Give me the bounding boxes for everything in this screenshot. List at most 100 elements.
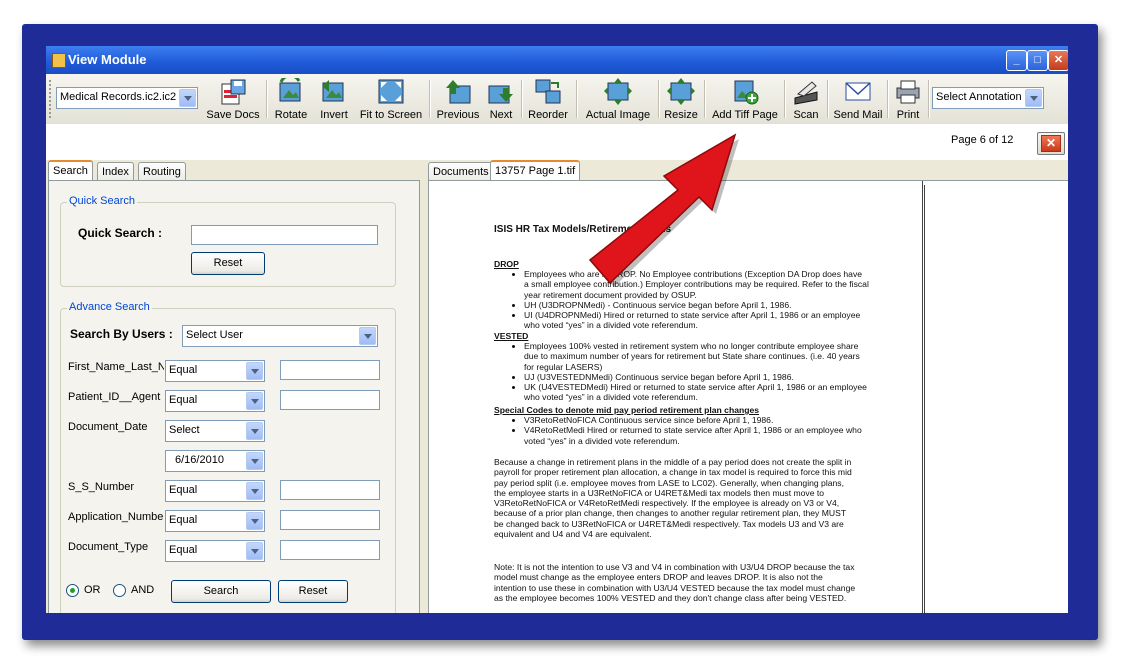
resize-button[interactable]: Resize bbox=[660, 76, 702, 122]
previous-label: Previous bbox=[436, 109, 480, 121]
first-name-operator-select[interactable]: Equal bbox=[165, 360, 265, 382]
toolbar-separator bbox=[266, 80, 268, 118]
document-select[interactable]: Medical Records.ic2.ic2 bbox=[56, 87, 198, 109]
actual-image-icon bbox=[604, 78, 632, 105]
page-edge bbox=[922, 181, 923, 613]
and-label: AND bbox=[131, 584, 155, 596]
list-item: UJ (U3VESTEDNMedi) Continuous service be… bbox=[524, 372, 869, 382]
vested-list: Employees 100% vested in retirement syst… bbox=[494, 341, 869, 403]
close-window-button[interactable]: ✕ bbox=[1048, 50, 1068, 71]
note-paragraph: Note: It is not the intention to use V3 … bbox=[494, 562, 856, 603]
list-item: V3RetoRetNoFICA Continuous service since… bbox=[524, 415, 869, 425]
chevron-down-icon[interactable] bbox=[246, 422, 263, 440]
and-radio[interactable] bbox=[113, 584, 126, 597]
next-arrow-icon bbox=[488, 85, 513, 104]
scanner-icon bbox=[794, 81, 818, 105]
toolbar-separator bbox=[429, 80, 431, 118]
chevron-down-icon[interactable] bbox=[246, 512, 263, 530]
list-item: UK (U4VESTEDMedi) Hired or returned to s… bbox=[524, 382, 869, 403]
toolbar-separator bbox=[521, 80, 523, 118]
chevron-down-icon[interactable] bbox=[246, 362, 263, 380]
document-type-input[interactable] bbox=[280, 540, 380, 560]
ss-number-input[interactable] bbox=[280, 480, 380, 500]
chevron-down-icon[interactable] bbox=[359, 327, 376, 345]
chevron-down-icon[interactable] bbox=[246, 542, 263, 560]
fit-to-screen-button[interactable]: Fit to Screen bbox=[356, 76, 426, 122]
chevron-down-icon[interactable] bbox=[246, 392, 263, 410]
previous-button[interactable]: Previous bbox=[433, 76, 483, 122]
send-mail-button[interactable]: Send Mail bbox=[831, 76, 885, 122]
toolbar-grip[interactable] bbox=[49, 80, 54, 118]
reorder-button[interactable]: Reorder bbox=[525, 76, 571, 122]
application-number-operator-select[interactable]: Equal bbox=[165, 510, 265, 532]
window-title: View Module bbox=[68, 52, 147, 67]
operator-value: Equal bbox=[169, 394, 198, 406]
search-button[interactable]: Search bbox=[171, 580, 271, 603]
toolbar: Medical Records.ic2.ic2 Save Docs Rotate… bbox=[46, 74, 1068, 125]
reorder-icon bbox=[535, 79, 561, 104]
page-indicator: Page 6 of 12 bbox=[951, 134, 1014, 146]
document-select-value: Medical Records.ic2.ic2 bbox=[60, 91, 177, 103]
document-date-picker[interactable]: 6/16/2010 bbox=[165, 450, 265, 472]
document-type-operator-select[interactable]: Equal bbox=[165, 540, 265, 562]
invert-icon bbox=[322, 80, 344, 102]
chevron-down-icon[interactable] bbox=[246, 482, 263, 500]
field-label-document-date: Document_Date bbox=[68, 421, 148, 433]
close-icon: ✕ bbox=[1041, 135, 1061, 152]
operator-value: Equal bbox=[169, 484, 198, 496]
application-number-input[interactable] bbox=[280, 510, 380, 530]
printer-icon bbox=[896, 80, 920, 104]
print-button[interactable]: Print bbox=[891, 76, 925, 122]
minimize-button[interactable]: _ bbox=[1006, 50, 1027, 71]
annotation-select[interactable]: Select Annotation bbox=[932, 87, 1044, 109]
app-icon bbox=[52, 53, 66, 68]
operator-value: Equal bbox=[169, 364, 198, 376]
tab-search[interactable]: Search bbox=[48, 160, 93, 182]
patient-id-operator-select[interactable]: Equal bbox=[165, 390, 265, 412]
quick-search-label: Quick Search : bbox=[78, 226, 163, 240]
patient-id-input[interactable] bbox=[280, 390, 380, 410]
field-label-first-name: First_Name_Last_N bbox=[68, 361, 164, 373]
view-module-window: View Module _ □ ✕ Medical Records.ic2.ic… bbox=[46, 46, 1068, 613]
advance-search-group: Advance Search Search By Users : Select … bbox=[60, 301, 396, 613]
date-value: 6/16/2010 bbox=[175, 454, 224, 466]
scan-button[interactable]: Scan bbox=[788, 76, 824, 122]
tab-documents[interactable]: Documents bbox=[428, 162, 494, 181]
chevron-down-icon[interactable] bbox=[179, 89, 196, 107]
quick-search-legend: Quick Search bbox=[67, 195, 138, 207]
invert-button[interactable]: Invert bbox=[314, 76, 354, 122]
paragraph: Because a change in retirement plans in … bbox=[494, 457, 852, 540]
or-label: OR bbox=[84, 584, 101, 596]
next-button[interactable]: Next bbox=[485, 76, 517, 122]
quick-search-group: Quick Search Quick Search : Reset bbox=[60, 195, 396, 287]
toolbar-separator bbox=[576, 80, 578, 118]
rotate-button[interactable]: Rotate bbox=[270, 76, 312, 122]
operator-value: Equal bbox=[169, 514, 198, 526]
fit-to-screen-icon bbox=[378, 79, 404, 104]
operator-value: Equal bbox=[169, 544, 198, 556]
save-docs-button[interactable]: Save Docs bbox=[204, 76, 262, 122]
advance-reset-button[interactable]: Reset bbox=[278, 580, 348, 603]
quick-search-reset-button[interactable]: Reset bbox=[191, 252, 265, 275]
toolbar-separator bbox=[827, 80, 829, 118]
previous-arrow-icon bbox=[446, 80, 471, 104]
first-name-input[interactable] bbox=[280, 360, 380, 380]
tab-index[interactable]: Index bbox=[97, 162, 134, 181]
maximize-button[interactable]: □ bbox=[1027, 50, 1048, 71]
next-label: Next bbox=[489, 109, 513, 121]
vested-heading: VESTED bbox=[494, 331, 529, 341]
ss-number-operator-select[interactable]: Equal bbox=[165, 480, 265, 502]
operator-value: Select bbox=[169, 424, 200, 436]
or-radio[interactable] bbox=[66, 584, 79, 597]
send-mail-label: Send Mail bbox=[833, 109, 883, 121]
add-tiff-page-button[interactable]: Add Tiff Page bbox=[708, 76, 782, 122]
quick-search-input[interactable] bbox=[191, 225, 378, 245]
chevron-down-icon[interactable] bbox=[246, 452, 263, 470]
chevron-down-icon[interactable] bbox=[1025, 89, 1042, 107]
title-bar: View Module _ □ ✕ bbox=[46, 46, 1068, 74]
user-select[interactable]: Select User bbox=[182, 325, 378, 347]
actual-image-button[interactable]: Actual Image bbox=[580, 76, 656, 122]
close-document-button[interactable]: ✕ bbox=[1037, 132, 1065, 155]
tab-routing[interactable]: Routing bbox=[138, 162, 186, 181]
document-date-operator-select[interactable]: Select bbox=[165, 420, 265, 442]
